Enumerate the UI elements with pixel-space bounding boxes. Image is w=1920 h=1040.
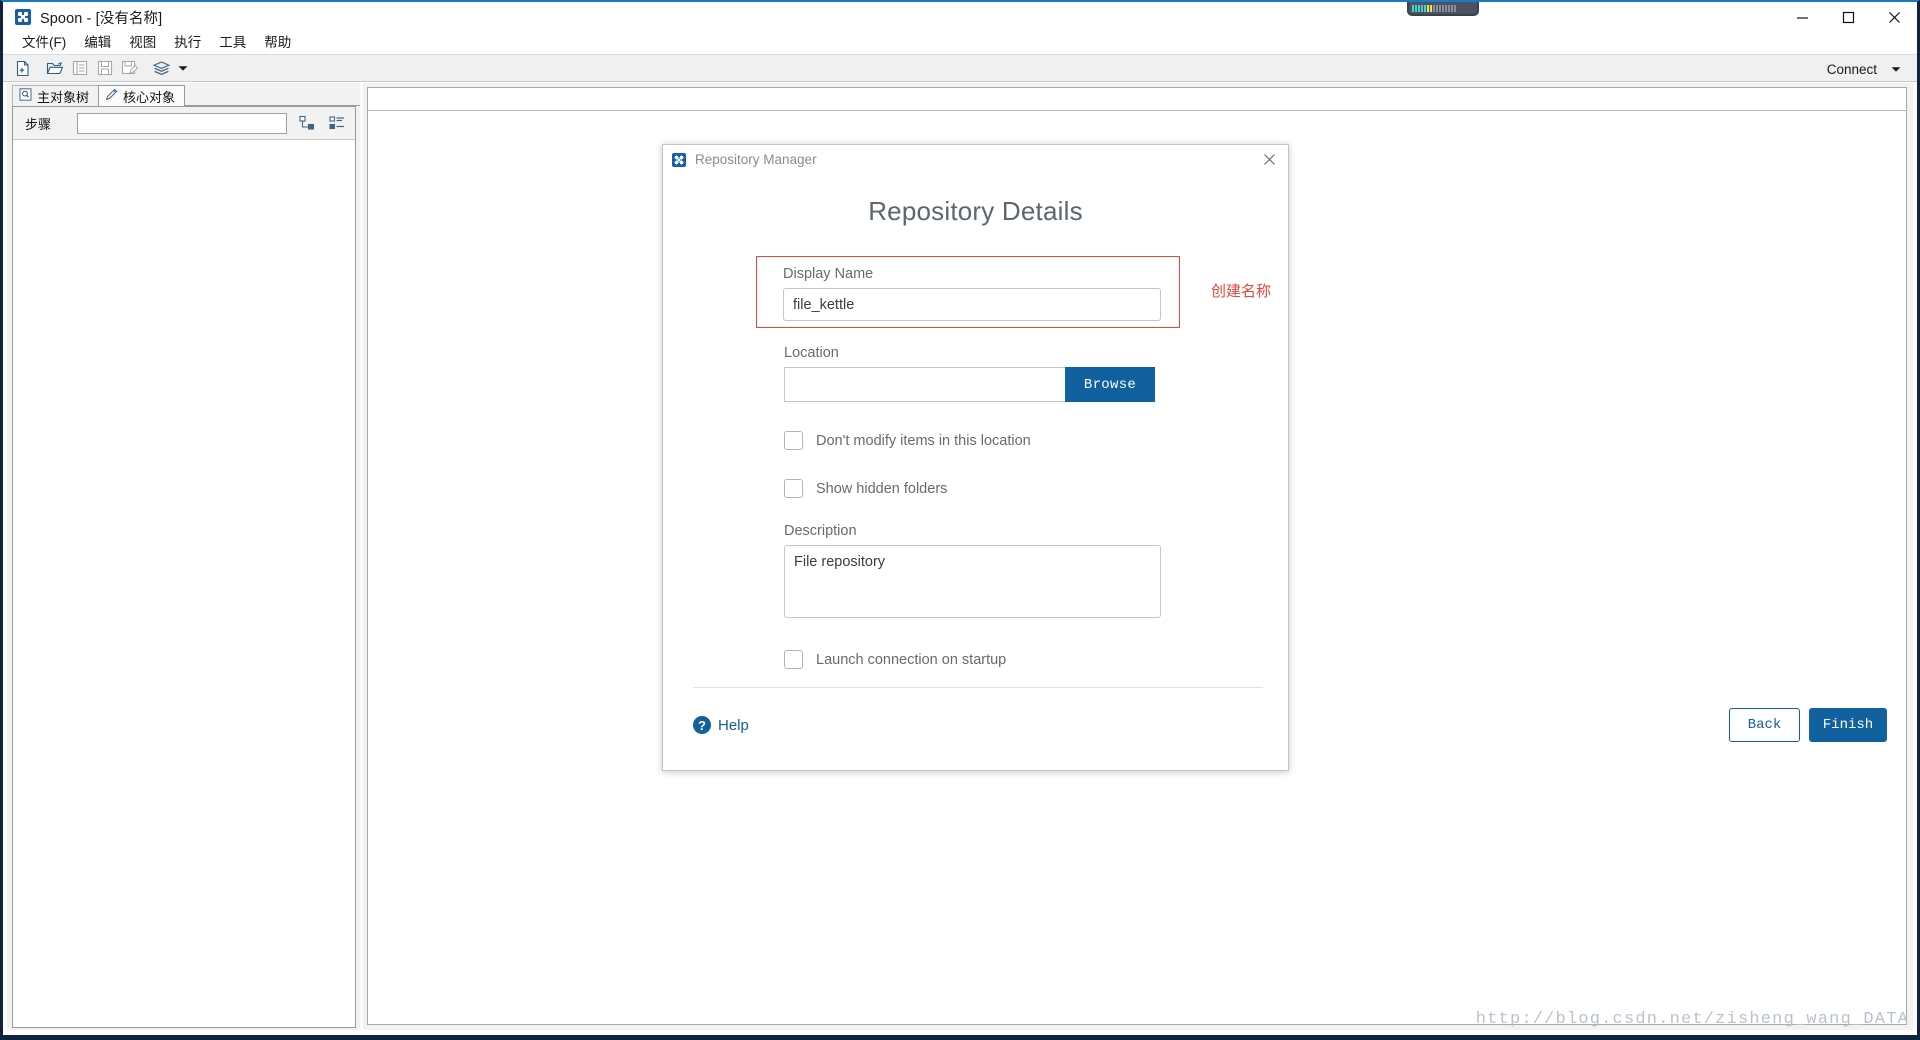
- application-window: Spoon - [没有名称] 文件(F) 编辑 视图 执行 工具 帮助 Conn…: [0, 0, 1920, 1040]
- new-file-icon[interactable]: [10, 56, 35, 80]
- toolbar-chevron-down-icon[interactable]: [174, 56, 192, 80]
- checkbox-box[interactable]: [784, 650, 803, 669]
- minimize-icon[interactable]: [1779, 2, 1825, 32]
- tab-label: 核心对象: [123, 89, 176, 105]
- location-field-group: Location Browse: [784, 345, 1155, 402]
- core-objects-panel: 步骤: [12, 106, 356, 1028]
- menu-item-view[interactable]: 视图: [120, 32, 165, 54]
- main-toolbar: Connect: [3, 54, 1917, 82]
- tab-core-objects[interactable]: 核心对象: [98, 85, 186, 106]
- location-label: Location: [784, 345, 839, 361]
- open-folder-icon[interactable]: [42, 56, 67, 80]
- document-search-icon: [19, 88, 32, 104]
- description-label: Description: [784, 523, 857, 539]
- dialog-action-buttons: Back Finish: [1729, 708, 1887, 742]
- spoon-icon: [672, 152, 686, 167]
- back-button[interactable]: Back: [1729, 708, 1800, 742]
- tabstrip-filler: [185, 84, 360, 106]
- pencil-icon: [105, 88, 118, 104]
- description-field-group: Description File repository: [784, 523, 1161, 623]
- steps-search-row: 步骤: [13, 107, 355, 140]
- left-panel: 主对象树 核心对象 步骤: [7, 83, 360, 1030]
- checkbox-launch-on-startup[interactable]: Launch connection on startup: [784, 650, 1006, 669]
- menu-item-help[interactable]: 帮助: [255, 32, 300, 54]
- spoon-icon: [15, 9, 31, 25]
- description-textarea[interactable]: File repository: [784, 545, 1161, 618]
- save-icon[interactable]: [92, 56, 117, 80]
- expand-tree-icon[interactable]: [297, 113, 317, 133]
- checkbox-show-hidden-folders[interactable]: Show hidden folders: [784, 479, 947, 498]
- menu-item-edit[interactable]: 编辑: [75, 32, 120, 54]
- menu-item-run[interactable]: 执行: [165, 32, 210, 54]
- watermark-url: http://blog.csdn.net/zisheng_wang_DATA: [1475, 1010, 1909, 1029]
- dialog-divider: [693, 687, 1263, 688]
- connect-chevron-down-icon[interactable]: [1891, 60, 1901, 78]
- repository-manager-dialog: Repository Manager Repository Details: [662, 144, 1289, 771]
- save-as-icon[interactable]: [117, 56, 142, 80]
- finish-button[interactable]: Finish: [1809, 708, 1887, 742]
- window-title: Spoon - [没有名称]: [40, 10, 163, 27]
- dialog-title: Repository Manager: [695, 152, 817, 167]
- checkbox-label: Show hidden folders: [816, 480, 948, 497]
- menubar: 文件(F) 编辑 视图 执行 工具 帮助: [3, 32, 1917, 54]
- display-name-field-group: Display Name: [783, 266, 1161, 321]
- checkbox-dont-modify-items[interactable]: Don't modify items in this location: [784, 431, 1031, 450]
- window-controls: [1779, 2, 1917, 32]
- help-link[interactable]: ? Help: [693, 716, 749, 734]
- display-name-label: Display Name: [783, 266, 874, 282]
- display-name-input[interactable]: [783, 288, 1161, 321]
- question-circle-icon: ?: [693, 716, 711, 734]
- canvas-tabstrip: [368, 88, 1906, 111]
- annotation-note: 创建名称: [1211, 283, 1272, 300]
- connect-control[interactable]: Connect: [1827, 55, 1901, 83]
- dialog-close-icon[interactable]: [1256, 147, 1282, 173]
- menu-item-tools[interactable]: 工具: [210, 32, 255, 54]
- maximize-icon[interactable]: [1825, 2, 1871, 32]
- tab-main-object-tree[interactable]: 主对象树: [12, 85, 100, 106]
- close-icon[interactable]: [1871, 2, 1917, 32]
- menu-item-file[interactable]: 文件(F): [13, 32, 75, 54]
- checkbox-label: Don't modify items in this location: [816, 432, 1031, 449]
- steps-label: 步骤: [25, 116, 52, 132]
- connect-label: Connect: [1826, 61, 1877, 77]
- help-label: Help: [718, 716, 749, 734]
- left-panel-tabstrip: 主对象树 核心对象: [7, 83, 360, 106]
- steps-tree-view[interactable]: [13, 140, 355, 1027]
- tab-label: 主对象树: [37, 89, 90, 105]
- location-input[interactable]: [784, 367, 1065, 402]
- explore-icon[interactable]: [67, 56, 92, 80]
- steps-search-input[interactable]: [77, 112, 287, 134]
- checkbox-box[interactable]: [784, 479, 803, 498]
- dialog-footer: ? Help Back Finish: [693, 707, 1887, 743]
- dialog-titlebar: Repository Manager: [663, 145, 1288, 174]
- browse-button[interactable]: Browse: [1065, 367, 1155, 402]
- location-row: Browse: [784, 367, 1155, 402]
- layers-icon[interactable]: [149, 56, 174, 80]
- checkbox-box[interactable]: [784, 431, 803, 450]
- collapse-tree-icon[interactable]: [327, 113, 347, 133]
- dialog-heading: Repository Details: [868, 196, 1083, 226]
- checkbox-label: Launch connection on startup: [816, 651, 1007, 668]
- os-overlay-widget: [1407, 2, 1479, 16]
- window-titlebar: Spoon - [没有名称]: [3, 2, 1917, 32]
